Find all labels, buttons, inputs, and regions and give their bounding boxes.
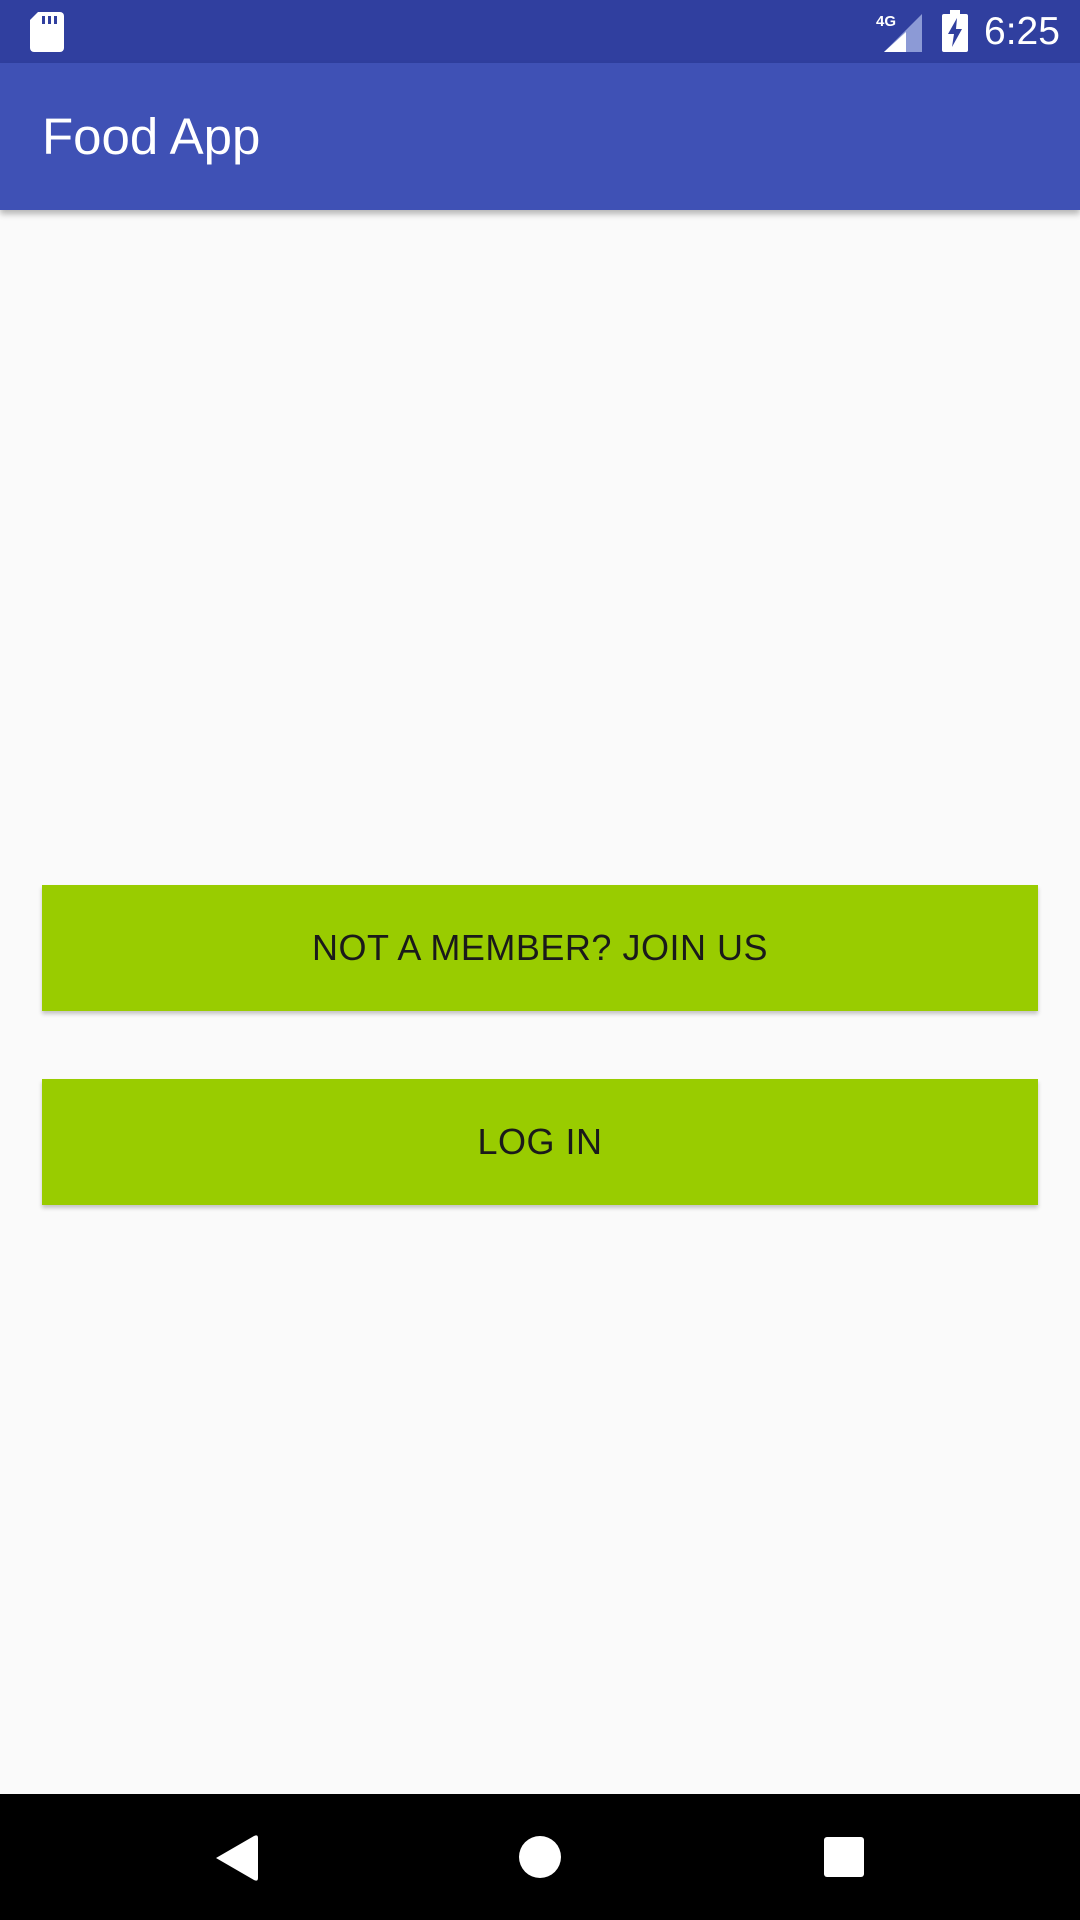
signal-icon: 4G (876, 13, 922, 52)
status-time: 6:25 (984, 10, 1060, 53)
login-button-label: LOG IN (477, 1121, 603, 1162)
status-bar: 4G 6:25 (0, 0, 1080, 63)
main-content: NOT A MEMBER? JOIN US LOG IN (0, 210, 1080, 1794)
join-button-label: NOT A MEMBER? JOIN US (312, 927, 768, 968)
back-icon[interactable] (214, 1834, 258, 1882)
navigation-bar (0, 1794, 1080, 1920)
app-bar: Food App (0, 63, 1080, 210)
join-button[interactable]: NOT A MEMBER? JOIN US (42, 885, 1038, 1011)
sd-card-icon (30, 12, 64, 52)
battery-charging-icon (942, 10, 968, 52)
app-title: Food App (42, 108, 261, 165)
network-type-label: 4G (876, 13, 896, 30)
home-icon[interactable] (518, 1835, 562, 1879)
login-button[interactable]: LOG IN (42, 1079, 1038, 1205)
recents-icon[interactable] (824, 1837, 864, 1877)
